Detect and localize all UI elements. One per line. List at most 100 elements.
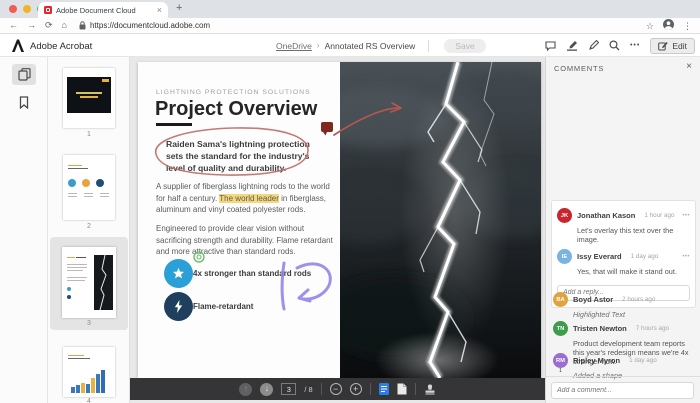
refresh-icon[interactable]: ⟳ xyxy=(45,21,53,30)
bookmark-star-icon[interactable]: ☆ xyxy=(646,21,654,32)
tab-close-icon[interactable]: × xyxy=(157,6,162,15)
print-button[interactable] xyxy=(424,384,436,395)
zoom-in-button[interactable]: + xyxy=(350,383,362,395)
thumbnails-panel-button[interactable] xyxy=(12,64,36,85)
new-tab-button[interactable]: + xyxy=(176,2,182,14)
doc-title: Project Overview xyxy=(155,98,317,121)
page-thumbnails-icon xyxy=(18,68,31,81)
comment-options-icon[interactable]: ••• xyxy=(682,254,690,260)
divider xyxy=(415,383,416,395)
acrobat-toolbar: Adobe Acrobat OneDrive › Annotated RS Ov… xyxy=(0,34,700,57)
bolt-icon xyxy=(174,300,183,313)
comment-options-icon[interactable]: ••• xyxy=(682,213,690,219)
page-number-input[interactable] xyxy=(281,383,296,395)
lock-icon xyxy=(79,17,86,35)
breadcrumb-separator: › xyxy=(317,41,320,50)
browser-window: Adobe Document Cloud × + ← → ⟳ ⌂ https:/… xyxy=(0,0,700,403)
browser-menu-icon[interactable]: ⋮ xyxy=(683,21,692,32)
bolt-badge xyxy=(164,292,193,321)
edit-label: Edit xyxy=(672,41,687,51)
comment-pin xyxy=(321,122,333,136)
search-icon[interactable] xyxy=(609,40,620,51)
comment-author: Issy Everard xyxy=(577,252,622,261)
fit-page-button[interactable] xyxy=(397,383,407,395)
doc-paragraph-2: Engineered to provide clear vision witho… xyxy=(156,223,338,258)
edit-icon xyxy=(658,41,668,51)
edit-button[interactable]: Edit xyxy=(650,38,695,54)
page-thumbnail-3[interactable] xyxy=(62,247,116,318)
pdf-page: LIGHTNING PROTECTION SOLUTIONS Project O… xyxy=(138,62,541,378)
lightning-photo xyxy=(340,62,541,378)
single-page-icon xyxy=(379,383,389,395)
close-window-icon[interactable] xyxy=(9,5,17,13)
thumb2-number: 2 xyxy=(48,223,130,230)
thumb2-icons xyxy=(68,179,104,187)
comment-text: Highlighted Text xyxy=(573,310,694,319)
viewer-toolbar: ↑ ↓ / 8 − + xyxy=(130,378,545,400)
tab-title: Adobe Document Cloud xyxy=(56,6,153,15)
avatar: BA xyxy=(553,292,568,307)
browser-tab-strip: Adobe Document Cloud × + xyxy=(0,0,700,18)
browser-url-bar: ← → ⟳ ⌂ https://documentcloud.adobe.com … xyxy=(0,18,700,34)
highlighter-icon[interactable] xyxy=(566,40,578,51)
avatar: JK xyxy=(557,208,572,223)
avatar: TN xyxy=(553,321,568,336)
comment-icon[interactable] xyxy=(545,41,556,51)
close-comments-icon[interactable]: × xyxy=(686,62,692,72)
page-thumbnail-4[interactable] xyxy=(63,347,115,397)
star-badge xyxy=(164,259,193,288)
pen-icon[interactable] xyxy=(588,40,599,51)
url-text[interactable]: https://documentcloud.adobe.com xyxy=(90,21,210,30)
next-page-button[interactable]: ↓ xyxy=(260,383,273,396)
zoom-out-button[interactable]: − xyxy=(330,383,342,395)
more-options-icon[interactable]: ••• xyxy=(630,42,640,49)
breadcrumb-parent-link[interactable]: OneDrive xyxy=(276,41,312,51)
doc-lead-text: Raiden Sama's lightning protection sets … xyxy=(166,138,312,174)
divider xyxy=(370,383,371,395)
comment-text: Yes, that will make it stand out. xyxy=(577,267,690,276)
thumb1-slide xyxy=(67,77,111,113)
thumb4-number: 4 xyxy=(48,398,130,403)
star-icon xyxy=(172,267,185,280)
app-name: Adobe Acrobat xyxy=(30,41,92,52)
comment-time: 1 day ago xyxy=(631,253,659,260)
feature-label-1: 4x stronger than standard rods xyxy=(193,269,311,278)
home-icon[interactable]: ⌂ xyxy=(62,21,67,30)
page-view-button[interactable] xyxy=(379,383,389,395)
comment-footer xyxy=(546,376,700,403)
thumb3-number: 3 xyxy=(48,320,130,327)
comment-time: 1 hour ago xyxy=(644,212,674,219)
comment-author: Ripley Myron xyxy=(573,356,620,365)
page-thumbnail-1[interactable] xyxy=(63,68,115,128)
comment-time: 7 hours ago xyxy=(636,325,669,332)
annotation-marker-icon[interactable] xyxy=(193,250,205,268)
page-thumbnail-2[interactable] xyxy=(63,155,115,220)
back-icon[interactable]: ← xyxy=(9,21,18,30)
avatar: IE xyxy=(557,249,572,264)
acrobat-logo xyxy=(11,39,25,57)
minimize-window-icon[interactable] xyxy=(23,5,31,13)
add-comment-input[interactable] xyxy=(551,382,694,399)
save-button[interactable]: Save xyxy=(444,39,485,53)
profile-icon[interactable] xyxy=(663,17,674,35)
previous-page-button[interactable]: ↑ xyxy=(239,383,252,396)
fit-page-icon xyxy=(397,383,407,395)
avatar: RM xyxy=(553,353,568,368)
bookmark-icon xyxy=(19,96,29,109)
annotation-tools: ••• Edit xyxy=(545,34,695,57)
comment-author: Tristen Newton xyxy=(573,324,627,333)
highlighted-text[interactable]: The world leader xyxy=(219,194,279,203)
browser-tab[interactable]: Adobe Document Cloud × xyxy=(38,2,168,18)
comment-time: 1 day ago xyxy=(629,357,657,364)
left-rail xyxy=(0,57,48,403)
doc-eyebrow: LIGHTNING PROTECTION SOLUTIONS xyxy=(156,89,311,96)
page-total: / 8 xyxy=(304,385,312,394)
comment-author: Boyd Astor xyxy=(573,295,613,304)
forward-icon[interactable]: → xyxy=(27,21,36,30)
thumb1-number: 1 xyxy=(48,131,130,138)
bookmarks-panel-button[interactable] xyxy=(12,92,36,113)
divider xyxy=(428,40,429,52)
pdf-favicon xyxy=(44,6,52,14)
title-rule xyxy=(156,123,192,126)
thumb4-bar-chart xyxy=(67,365,111,393)
